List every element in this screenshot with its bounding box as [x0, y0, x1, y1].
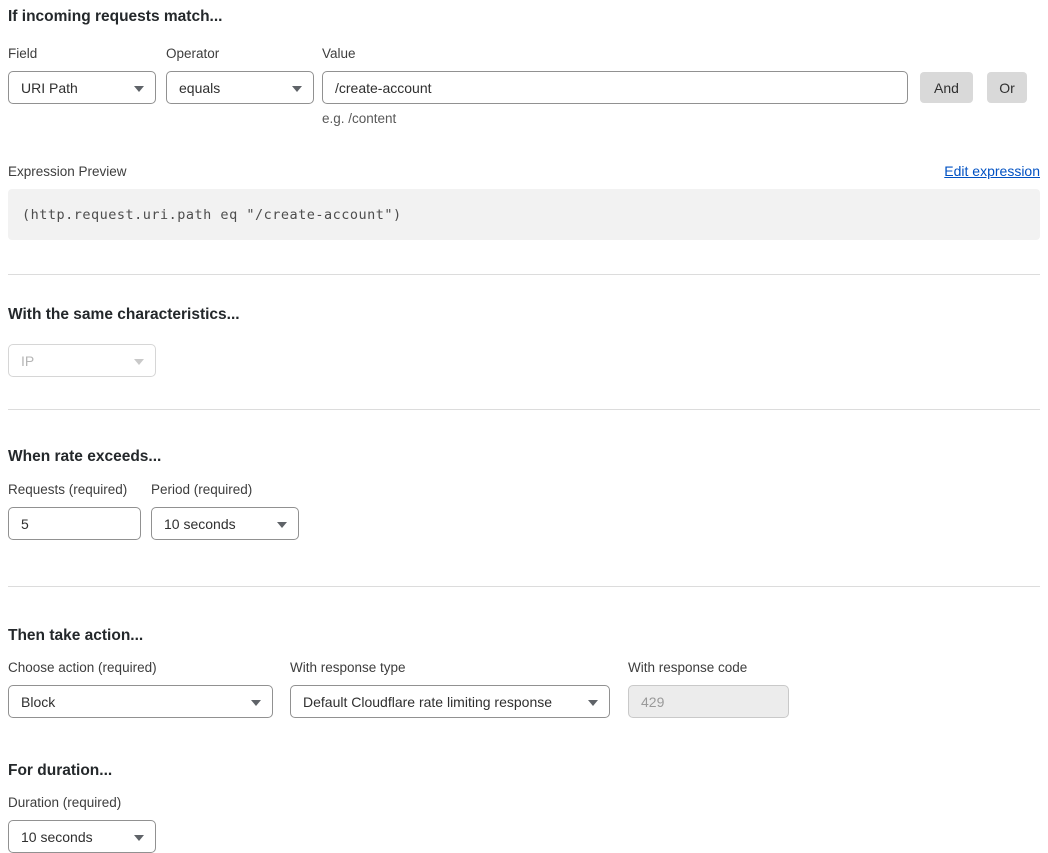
expression-preview-label: Expression Preview	[8, 164, 127, 179]
match-section-heading: If incoming requests match...	[8, 7, 1040, 26]
value-hint: e.g. /content	[322, 111, 908, 126]
rate-limiting-rule-form: If incoming requests match... Field URI …	[0, 0, 1048, 853]
rate-controls-row: Requests (required) Period (required) 10…	[8, 482, 1040, 540]
chevron-down-icon	[251, 700, 261, 706]
action-controls-row: Choose action (required) Block With resp…	[8, 660, 1040, 718]
edit-expression-link[interactable]: Edit expression	[944, 163, 1040, 179]
characteristic-select-value: IP	[21, 353, 34, 369]
period-label: Period (required)	[151, 482, 299, 498]
response-code-group: With response code	[628, 660, 789, 718]
field-group: Field URI Path	[8, 46, 156, 104]
match-controls-row: Field URI Path Operator equals Value e.g…	[8, 46, 1040, 126]
characteristic-select: IP	[8, 344, 156, 377]
field-select[interactable]: URI Path	[8, 71, 156, 104]
action-group: Choose action (required) Block	[8, 660, 273, 718]
field-select-value: URI Path	[21, 80, 78, 96]
field-label: Field	[8, 46, 156, 62]
response-code-label: With response code	[628, 660, 789, 676]
logic-buttons: And Or	[920, 46, 1027, 103]
characteristics-section-heading: With the same characteristics...	[8, 305, 1040, 324]
response-type-label: With response type	[290, 660, 610, 676]
expression-preview-header: Expression Preview Edit expression	[8, 163, 1040, 179]
section-divider	[8, 409, 1040, 410]
period-group: Period (required) 10 seconds	[151, 482, 299, 540]
response-type-select-value: Default Cloudflare rate limiting respons…	[303, 694, 552, 710]
requests-label: Requests (required)	[8, 482, 141, 498]
chevron-down-icon	[292, 86, 302, 92]
requests-group: Requests (required)	[8, 482, 141, 540]
expression-preview-code: (http.request.uri.path eq "/create-accou…	[8, 189, 1040, 240]
duration-group: Duration (required) 10 seconds	[8, 795, 1040, 853]
and-button[interactable]: And	[920, 72, 973, 103]
operator-select[interactable]: equals	[166, 71, 314, 104]
value-label: Value	[322, 46, 908, 62]
operator-group: Operator equals	[166, 46, 314, 104]
rate-section-heading: When rate exceeds...	[8, 447, 1040, 466]
operator-label: Operator	[166, 46, 314, 62]
chevron-down-icon	[134, 86, 144, 92]
or-button[interactable]: Or	[987, 72, 1027, 103]
duration-label: Duration (required)	[8, 795, 1040, 811]
section-divider	[8, 274, 1040, 275]
action-select-value: Block	[21, 694, 55, 710]
period-select-value: 10 seconds	[164, 516, 236, 532]
duration-select[interactable]: 10 seconds	[8, 820, 156, 853]
chevron-down-icon	[277, 522, 287, 528]
action-select[interactable]: Block	[8, 685, 273, 718]
characteristic-group: IP	[8, 344, 1040, 377]
duration-section-heading: For duration...	[8, 761, 1040, 780]
response-code-input	[628, 685, 789, 718]
requests-input[interactable]	[8, 507, 141, 540]
section-divider	[8, 586, 1040, 587]
response-type-group: With response type Default Cloudflare ra…	[290, 660, 610, 718]
action-section-heading: Then take action...	[8, 626, 1040, 645]
expression-text: (http.request.uri.path eq "/create-accou…	[22, 207, 402, 223]
chevron-down-icon	[134, 835, 144, 841]
value-input[interactable]	[322, 71, 908, 104]
period-select[interactable]: 10 seconds	[151, 507, 299, 540]
chevron-down-icon	[134, 359, 144, 365]
duration-select-value: 10 seconds	[21, 829, 93, 845]
value-group: Value e.g. /content	[322, 46, 908, 126]
operator-select-value: equals	[179, 80, 220, 96]
chevron-down-icon	[588, 700, 598, 706]
action-label: Choose action (required)	[8, 660, 273, 676]
response-type-select[interactable]: Default Cloudflare rate limiting respons…	[290, 685, 610, 718]
